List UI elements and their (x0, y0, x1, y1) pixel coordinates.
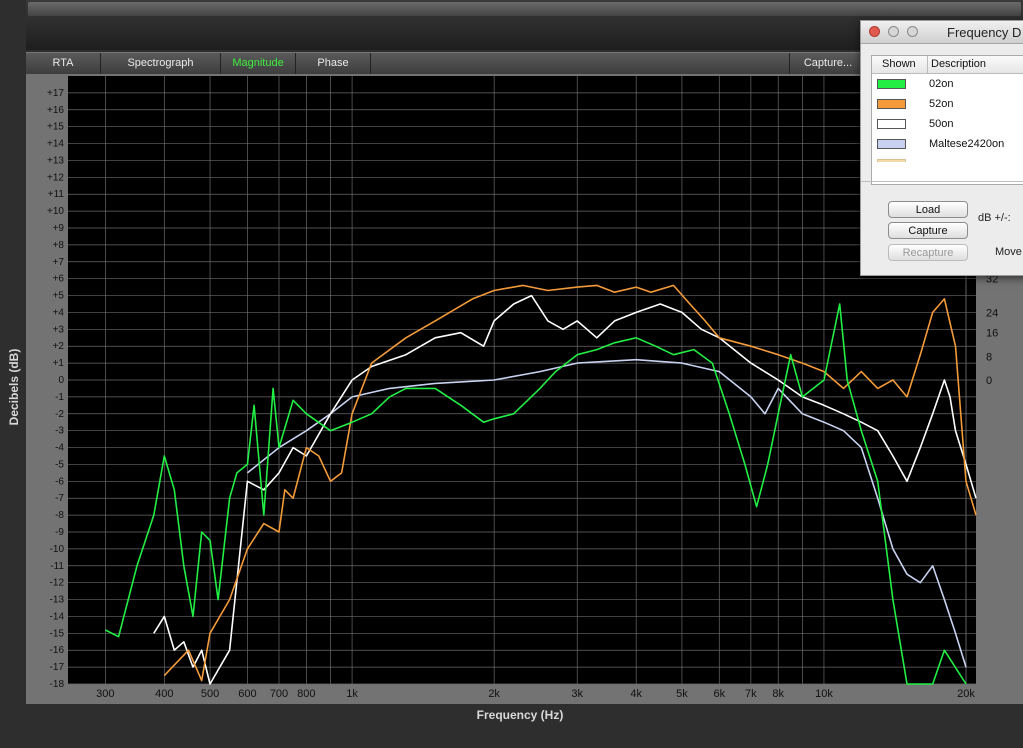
trace-list: Shown Description 02on 52on 50on Maltese… (871, 55, 1023, 185)
x-tick-label: 600 (238, 688, 256, 700)
dialog-titlebar: Frequency D (861, 21, 1023, 44)
x-tick-label: 3k (571, 688, 583, 700)
x-tick-label: 2k (488, 688, 500, 700)
trace-list-header: Shown Description (872, 56, 1023, 74)
y-tick-label: -14 (50, 611, 65, 622)
y-tick-label: +5 (53, 291, 65, 302)
y-tick-label: -17 (50, 662, 65, 673)
load-button[interactable]: Load (888, 201, 968, 218)
x-tick-label: 10k (815, 688, 833, 700)
minimize-icon[interactable] (888, 26, 899, 37)
x-tick-label: 400 (155, 688, 173, 700)
x-tick-label: 700 (270, 688, 288, 700)
x-tick-label: 1k (346, 688, 358, 700)
y-tick-label: +16 (47, 105, 64, 116)
trace-color-swatch[interactable] (877, 139, 906, 149)
y-tick-label: -13 (50, 595, 65, 606)
y-tick-label: +12 (47, 172, 64, 183)
trace-color-swatch[interactable] (877, 99, 906, 109)
trace-row[interactable]: 50on (872, 114, 1023, 134)
zoom-icon[interactable] (907, 26, 918, 37)
y-tick-label: +11 (48, 189, 65, 200)
y-tick-label: +4 (53, 307, 65, 318)
x-tick-label: 5k (676, 688, 688, 700)
y-tick-label: -2 (55, 409, 64, 420)
right-axis-label: 0 (986, 375, 992, 387)
y-tick-label: +9 (53, 223, 65, 234)
x-tick-label: 6k (713, 688, 725, 700)
x-tick-label: 300 (96, 688, 114, 700)
frequency-dialog: Frequency D Shown Description 02on 52on … (860, 20, 1023, 276)
y-tick-label: +7 (53, 257, 65, 268)
x-tick-label: 20k (957, 688, 975, 700)
y-tick-label: +6 (53, 274, 65, 285)
trace-row[interactable]: Maltese2420on (872, 134, 1023, 154)
y-tick-label: -6 (55, 476, 64, 487)
y-tick-label: -9 (55, 527, 64, 538)
trace-row-partial[interactable] (872, 154, 1023, 162)
y-tick-label: -10 (50, 544, 65, 555)
trace-row[interactable]: 52on (872, 94, 1023, 114)
y-tick-label: -15 (50, 628, 65, 639)
capture-button[interactable]: Capture... (789, 53, 866, 75)
right-axis-label: 16 (986, 328, 998, 340)
y-tick-label: +15 (47, 122, 64, 133)
y-tick-label: -18 (50, 679, 65, 690)
trace-label: 52on (929, 98, 954, 110)
x-tick-label: 8k (772, 688, 784, 700)
window-toolbar-strip (28, 2, 1021, 16)
y-tick-label: +1 (53, 358, 65, 369)
tab-magnitude[interactable]: Magnitude (221, 53, 296, 75)
trace-label: 50on (929, 118, 954, 130)
y-tick-label: -8 (55, 510, 64, 521)
y-tick-label: +17 (47, 88, 64, 99)
y-tick-label: -12 (50, 578, 65, 589)
trace-color-swatch[interactable] (877, 119, 906, 129)
close-icon[interactable] (869, 26, 880, 37)
y-tick-label: +2 (53, 341, 65, 352)
trace-label: Maltese2420on (929, 138, 1005, 150)
trace-color-swatch[interactable] (877, 159, 906, 162)
dialog-divider (861, 181, 1023, 182)
y-tick-label: -4 (55, 443, 64, 454)
tab-phase[interactable]: Phase (296, 53, 371, 75)
right-axis-label: 8 (986, 351, 992, 363)
x-tick-label: 7k (745, 688, 757, 700)
column-divider (927, 56, 928, 73)
column-description[interactable]: Description (931, 58, 986, 70)
tab-spectrograph[interactable]: Spectrograph (101, 53, 221, 75)
column-shown[interactable]: Shown (882, 58, 916, 70)
move-label: Move (995, 246, 1022, 258)
dialog-title: Frequency D (947, 25, 1022, 40)
y-tick-label: -16 (50, 645, 65, 656)
trace-color-swatch[interactable] (877, 79, 906, 89)
y-tick-label: -7 (55, 493, 64, 504)
db-offset-label: dB +/-: (978, 212, 1011, 224)
y-tick-label: +14 (47, 139, 64, 150)
y-tick-label: +3 (53, 324, 65, 335)
y-tick-label: -3 (55, 426, 64, 437)
y-tick-label: -11 (50, 561, 64, 572)
view-tab-bar: RTA Spectrograph Magnitude Phase Capture… (26, 52, 866, 75)
y-tick-label: +13 (47, 155, 64, 166)
x-tick-label: 800 (297, 688, 315, 700)
y-tick-label: -5 (55, 459, 64, 470)
right-axis-label: 24 (986, 307, 998, 319)
tab-rta[interactable]: RTA (26, 53, 101, 75)
y-tick-label: -1 (55, 392, 64, 403)
trace-label: 02on (929, 78, 954, 90)
capture-trace-button[interactable]: Capture (888, 222, 968, 239)
y-tick-label: 0 (58, 375, 64, 386)
recapture-button[interactable]: Recapture (888, 244, 968, 261)
y-tick-label: +10 (47, 206, 64, 217)
x-tick-label: 4k (630, 688, 642, 700)
y-axis-label: Decibels (dB) (7, 348, 21, 426)
x-tick-label: 500 (201, 688, 219, 700)
x-axis-label: Frequency (Hz) (476, 708, 564, 722)
trace-row[interactable]: 02on (872, 74, 1023, 94)
y-tick-label: +8 (53, 240, 65, 251)
